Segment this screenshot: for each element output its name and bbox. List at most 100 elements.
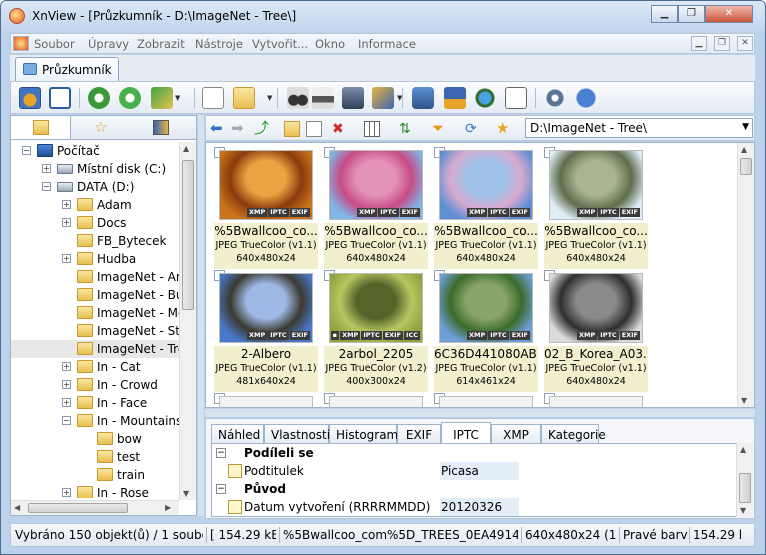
tab-exif[interactable]: EXIF: [397, 424, 441, 445]
open-icon[interactable]: [233, 87, 255, 109]
thumbnail-item[interactable]: XMP IPTC EXIF %5Bwallcoo_co... JPEG TrueColo…: [324, 147, 428, 273]
tab-kategorie[interactable]: Kategorie: [541, 424, 606, 445]
scroll-down-icon[interactable]: ▼: [740, 506, 746, 515]
tab-explorer[interactable]: Průzkumník: [15, 57, 119, 81]
iptc-value[interactable]: Picasa: [440, 462, 519, 480]
iptc-group-row[interactable]: − Původ: [212, 480, 738, 498]
print-icon[interactable]: [312, 87, 334, 109]
iptc-value[interactable]: 20120326: [440, 498, 519, 516]
tree-item[interactable]: ImageNet - Arc: [11, 268, 179, 286]
scroll-down-icon[interactable]: ▼: [183, 489, 189, 498]
thumbnail-item[interactable]: [434, 393, 538, 407]
scroll-left-icon[interactable]: ◀: [14, 503, 20, 512]
collapse-icon[interactable]: −: [62, 416, 71, 425]
collapse-icon[interactable]: −: [22, 146, 31, 155]
iptc-scrollbar[interactable]: ▲ ▼: [736, 443, 753, 517]
tree-item[interactable]: − Počítač: [11, 142, 179, 160]
hscroll-thumb[interactable]: [28, 503, 128, 513]
menu-file[interactable]: Soubor: [34, 37, 75, 51]
binoculars-icon[interactable]: [287, 87, 309, 109]
tree-item[interactable]: test: [11, 448, 179, 466]
camera-icon[interactable]: [412, 87, 434, 109]
tree-item[interactable]: bow: [11, 430, 179, 448]
settings-icon[interactable]: [544, 87, 566, 109]
menu-create[interactable]: Vytvořit...: [252, 37, 308, 51]
tree-item[interactable]: ImageNet - Mo: [11, 304, 179, 322]
thumbnail-item[interactable]: [544, 393, 648, 407]
new-folder-icon[interactable]: [284, 121, 300, 137]
calculator-icon[interactable]: [505, 87, 527, 109]
tree-item[interactable]: + In - Rose: [11, 484, 179, 498]
scroll-right-icon[interactable]: ▶: [165, 503, 171, 512]
rename-icon[interactable]: [306, 121, 322, 137]
expand-icon[interactable]: +: [62, 488, 71, 497]
iptc-row[interactable]: Datum vytvoření (RRRRMMDD) 20120326: [212, 498, 738, 516]
thumbnail-item[interactable]: XMP IPTC EXIF 02_B_Korea_A03... JPEG TrueCol…: [544, 270, 648, 396]
slideshow-icon[interactable]: [372, 87, 394, 109]
scroll-up-icon[interactable]: ▲: [740, 445, 746, 454]
chevron-down-icon[interactable]: ▼: [742, 122, 749, 132]
path-combobox[interactable]: D:\ImageNet - Tree\ ▼: [525, 118, 753, 138]
back-icon[interactable]: ⬅: [210, 121, 226, 137]
menu-info[interactable]: Informace: [358, 37, 416, 51]
tree-item[interactable]: + Hudba: [11, 250, 179, 268]
tab-categories[interactable]: [131, 116, 191, 139]
new-doc-icon[interactable]: [202, 87, 224, 109]
expand-icon[interactable]: +: [62, 200, 71, 209]
presentation-icon[interactable]: [444, 87, 466, 109]
mdi-minimize-button[interactable]: ▁: [691, 36, 707, 51]
tab-folders[interactable]: [11, 116, 71, 139]
collapse-icon[interactable]: −: [216, 448, 226, 458]
tree-item[interactable]: + Adam: [11, 196, 179, 214]
scroll-up-icon[interactable]: ▲: [183, 144, 189, 153]
scroll-thumb[interactable]: [182, 160, 194, 310]
tree-vertical-scrollbar[interactable]: ▲ ▼: [179, 142, 196, 500]
scroll-thumb[interactable]: [740, 158, 752, 175]
tree-item[interactable]: + In - Cat: [11, 358, 179, 376]
menu-tools[interactable]: Nástroje: [195, 37, 243, 51]
favorites-star-icon[interactable]: ★: [496, 121, 512, 137]
fullscreen-icon[interactable]: [49, 87, 71, 109]
expand-icon[interactable]: +: [42, 164, 51, 173]
thumbnail-item[interactable]: XMP IPTC EXIF %5Bwallcoo_co... JPEG TrueColo…: [434, 147, 538, 273]
tab-xmp[interactable]: XMP: [491, 424, 541, 445]
menu-view[interactable]: Zobrazit: [137, 37, 185, 51]
forward-icon[interactable]: ➡: [231, 121, 247, 137]
thumbnail-item[interactable]: ▪ XMP IPTC EXIF ICC 2arbol_2205 JPEG TrueColor…: [324, 270, 428, 396]
thumbnail-item[interactable]: XMP IPTC EXIF %5Bwallcoo_co... JPEG TrueColo…: [544, 147, 648, 273]
mdi-restore-button[interactable]: ❐: [714, 36, 730, 51]
dropdown-arrow-icon[interactable]: ▼: [175, 94, 180, 102]
document-icon[interactable]: [13, 36, 29, 51]
tab-favorites[interactable]: ☆: [71, 116, 131, 139]
refresh-green-icon[interactable]: [119, 87, 141, 109]
tree-item[interactable]: + Docs: [11, 214, 179, 232]
expand-icon[interactable]: +: [62, 362, 71, 371]
tab-histogram[interactable]: Histogram: [329, 424, 398, 445]
view-mode-icon[interactable]: [364, 121, 380, 137]
thumbnail-item[interactable]: XMP IPTC EXIF 2-Albero JPEG TrueColor (v1.1)…: [214, 270, 318, 396]
menu-edit[interactable]: Úpravy: [88, 37, 129, 51]
thumbnail-item[interactable]: XMP IPTC EXIF 6C36D441080AB... JPEG TrueColo…: [434, 270, 538, 396]
menu-window[interactable]: Okno: [315, 37, 345, 51]
tree-item[interactable]: − In - Mountains: [11, 412, 179, 430]
expand-icon[interactable]: +: [62, 380, 71, 389]
iptc-group-row[interactable]: − Podíleli se: [212, 444, 738, 462]
tree-item[interactable]: ImageNet - Ste: [11, 322, 179, 340]
tree-item[interactable]: ImageNet - Bug: [11, 286, 179, 304]
refresh-icon[interactable]: ⟳: [465, 121, 481, 137]
mdi-close-button[interactable]: ✕: [737, 36, 753, 51]
sort-icon[interactable]: ⇅: [399, 121, 415, 137]
delete-icon[interactable]: ✖: [332, 121, 348, 137]
tab-náhled[interactable]: Náhled: [211, 424, 264, 445]
filter-icon[interactable]: ⏷: [432, 121, 448, 137]
maximize-button[interactable]: ❐: [678, 5, 705, 23]
tree-item[interactable]: + In - Crowd: [11, 376, 179, 394]
browser-icon[interactable]: [19, 87, 41, 109]
info-icon[interactable]: [575, 87, 597, 109]
grid-vertical-scrollbar[interactable]: ▲ ▼: [737, 143, 754, 407]
expand-icon[interactable]: +: [62, 218, 71, 227]
thumbnail-item[interactable]: [324, 393, 428, 407]
close-button[interactable]: ✕: [705, 5, 753, 23]
collapse-icon[interactable]: −: [42, 182, 51, 191]
dropdown-arrow-icon[interactable]: ▼: [267, 94, 272, 102]
